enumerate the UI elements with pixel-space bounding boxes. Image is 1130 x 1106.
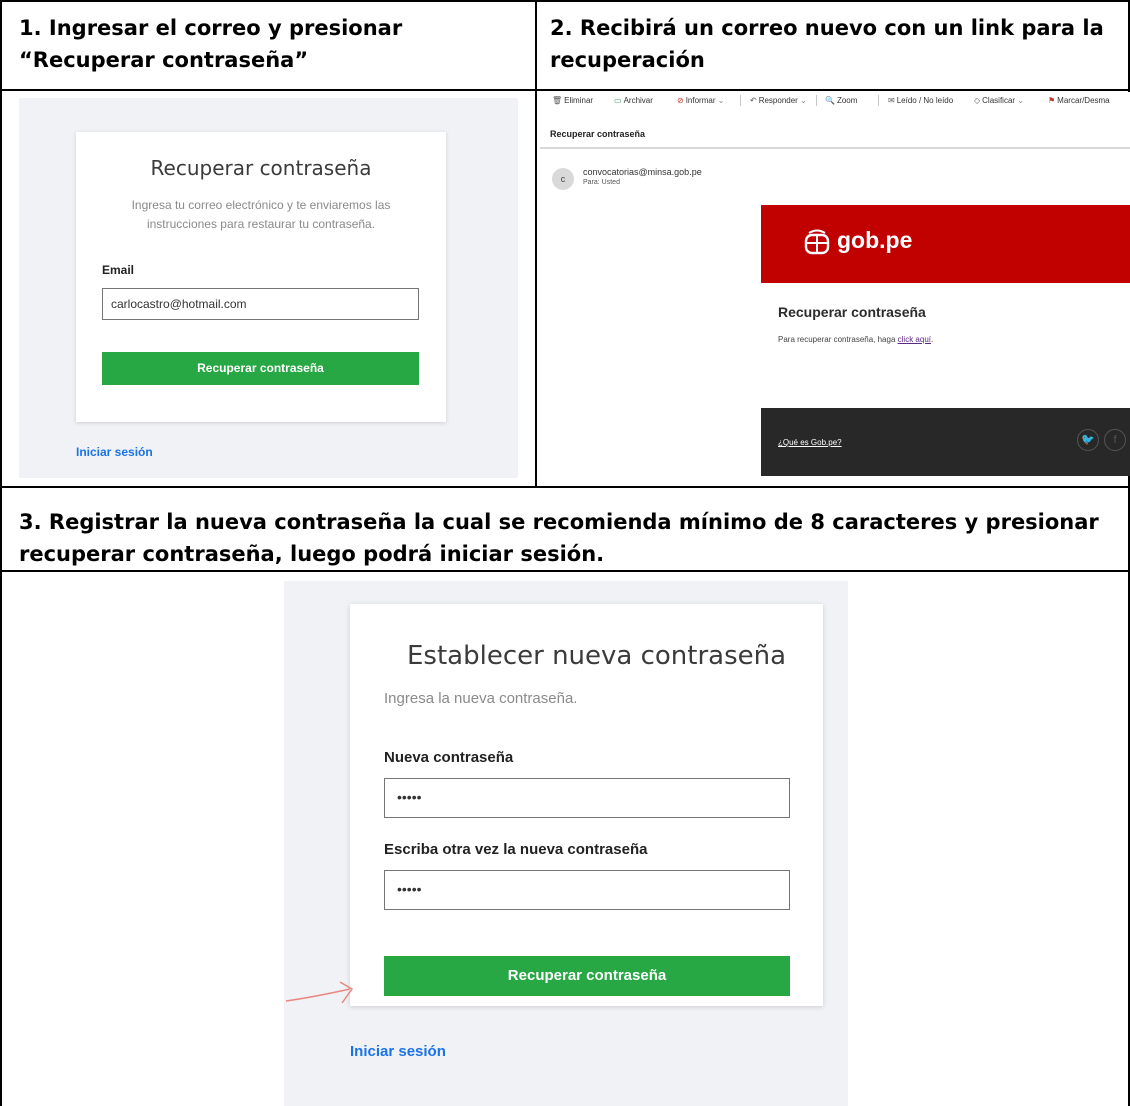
recover-link[interactable]: click aquí (898, 335, 931, 344)
card-description: Ingresa la nueva contraseña. (384, 690, 578, 707)
chevron-down-icon: ⌄ (800, 96, 807, 105)
new-password-card: Establecer nueva contraseña Ingresa la n… (350, 604, 823, 1006)
subject-divider (540, 147, 1130, 149)
recover-password-card: Recuperar contraseña Ingresa tu correo e… (76, 132, 446, 422)
reply-label: Responder (758, 96, 798, 105)
email-body-title: Recuperar contraseña (778, 304, 926, 320)
new-password-screenshot: Establecer nueva contraseña Ingresa la n… (284, 581, 848, 1106)
step1-title: 1. Ingresar el correo y presionar “Recup… (19, 12, 402, 76)
zoom-button[interactable]: 🔍 Zoom (825, 96, 857, 105)
report-label: Informar (685, 96, 716, 105)
flag-button[interactable]: ⚑ Marcar/Desma (1048, 96, 1110, 105)
archive-icon: ▭ (614, 96, 622, 105)
email-field[interactable]: carlocastro@hotmail.com (102, 288, 419, 320)
email-body-text: Para recuperar contraseña, haga click aq… (778, 335, 933, 344)
repeat-password-label: Escriba otra vez la nueva contraseña (384, 841, 648, 858)
categorize-label: Clasificar (982, 96, 1016, 105)
step1-title-line1: 1. Ingresar el correo y presionar (19, 16, 403, 40)
card-title: Recuperar contraseña (150, 156, 372, 180)
repeat-password-field[interactable]: ••••• (384, 870, 790, 910)
table-border-middle (535, 0, 537, 488)
chevron-down-icon: ⌄ (717, 96, 725, 105)
step3-title-line1: 3. Registrar la nueva contraseña la cual… (19, 510, 1099, 534)
flag-label: Marcar/Desma (1057, 96, 1110, 105)
peru-shield-icon (804, 229, 830, 255)
email-body: Recuperar contraseña Para recuperar cont… (761, 283, 1130, 408)
facebook-icon[interactable]: f (1104, 429, 1126, 451)
new-password-field[interactable]: ••••• (384, 778, 790, 818)
card-description: Ingresa tu correo electrónico y te envia… (131, 198, 391, 231)
table-border-left (0, 0, 2, 1106)
about-gob-link[interactable]: ¿Qué es Gob.pe? (778, 438, 842, 447)
table-border-row1 (0, 89, 1130, 91)
report-icon: ⊘ (677, 96, 684, 105)
chevron-down-icon: ⌄ (1017, 96, 1024, 105)
login-link[interactable]: Iniciar sesión (76, 445, 153, 459)
pointer-arrow-icon (285, 981, 354, 1004)
email-screenshot: 🗑 Eliminar ▭ Archivar ⊘ Informar ⌄ ↶ Respond… (540, 92, 1130, 476)
step2-title-line2: recuperación (550, 48, 705, 72)
zoom-label: Zoom (836, 96, 858, 105)
recover-password-button[interactable]: Recuperar contraseña (384, 956, 790, 996)
report-button[interactable]: ⊘ Informar ⌄ (677, 96, 724, 105)
flag-icon: ⚑ (1048, 96, 1056, 105)
trash-icon: 🗑 (552, 96, 563, 105)
recover-password-screenshot: Recuperar contraseña Ingresa tu correo e… (19, 98, 518, 478)
step1-title-line2: “Recuperar contraseña” (19, 48, 309, 72)
table-border-row2 (0, 486, 1130, 488)
instructions-table: 1. Ingresar el correo y presionar “Recup… (0, 0, 1130, 1106)
delete-button[interactable]: 🗑 Eliminar (552, 96, 593, 105)
email-label: Email (102, 263, 135, 277)
archive-label: Archivar (623, 96, 653, 105)
reply-button[interactable]: ↶ Responder ⌄ (750, 96, 807, 105)
email-toolbar: 🗑 Eliminar ▭ Archivar ⊘ Informar ⌄ ↶ Respond… (540, 92, 1130, 110)
read-unread-label: Leído / No leído (896, 96, 954, 105)
read-unread-button[interactable]: ✉ Leído / No leído (888, 96, 953, 105)
sender-address: convocatorias@minsa.gob.pe (583, 167, 702, 177)
recipient: Para: Usted (583, 179, 620, 186)
login-link[interactable]: Iniciar sesión (350, 1043, 446, 1060)
recover-password-button[interactable]: Recuperar contraseña (102, 352, 419, 385)
brand-name: gob.pe (837, 227, 913, 253)
card-title: Establecer nueva contraseña (407, 641, 787, 671)
delete-label: Eliminar (564, 96, 594, 105)
step3-title: 3. Registrar la nueva contraseña la cual… (19, 506, 1099, 570)
step3-title-line2: recuperar contraseña, luego podrá inicia… (19, 542, 605, 566)
email-body-text-start: Para recuperar contraseña, haga (778, 335, 898, 344)
reply-icon: ↶ (750, 96, 757, 105)
table-border-top (0, 0, 1130, 2)
envelope-open-icon: ✉ (888, 96, 895, 105)
toolbar-divider (740, 95, 741, 106)
email-header-banner: gob.pe (761, 205, 1130, 283)
table-border-row3 (0, 570, 1130, 572)
new-password-label: Nueva contraseña (384, 749, 514, 766)
email-subject: Recuperar contraseña (550, 129, 646, 139)
archive-button[interactable]: ▭ Archivar (614, 96, 653, 105)
step2-title-line1: 2. Recibirá un correo nuevo con un link … (550, 16, 1104, 40)
avatar: c (552, 168, 574, 190)
twitter-icon[interactable]: 🐦 (1077, 429, 1099, 451)
categorize-button[interactable]: ◇ Clasificar ⌄ (974, 96, 1024, 105)
toolbar-divider (816, 95, 817, 106)
zoom-icon: 🔍 (825, 96, 835, 105)
email-body-text-end: . (931, 335, 934, 344)
tag-icon: ◇ (974, 96, 981, 105)
email-footer: ¿Qué es Gob.pe? 🐦 f (761, 408, 1130, 476)
toolbar-divider (878, 95, 879, 106)
step2-title: 2. Recibirá un correo nuevo con un link … (550, 12, 1104, 76)
